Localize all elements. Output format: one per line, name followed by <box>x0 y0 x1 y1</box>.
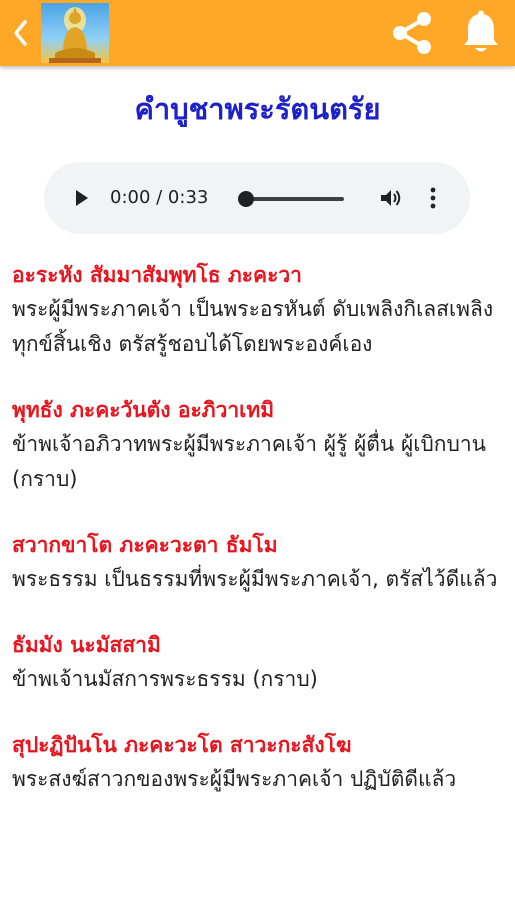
bell-icon <box>464 10 498 52</box>
play-icon <box>76 190 88 206</box>
verse-block: พุทธัง ภะคะวันตัง อะภิวาเทมิ ข้าพเจ้าอภิ… <box>12 393 506 497</box>
share-button[interactable] <box>384 6 440 60</box>
seek-thumb[interactable] <box>238 191 254 207</box>
verse-translation: พระสงฆ์สาวกของพระผู้มีพระภาคเจ้า ปฏิบัติ… <box>12 767 457 791</box>
notification-button[interactable] <box>456 6 506 60</box>
seek-slider[interactable] <box>238 188 344 208</box>
verse-pali: ธัมมัง นะมัสสามิ <box>12 633 161 657</box>
audio-time: 0:00 / 0:33 <box>110 187 209 208</box>
verse-block: สวากขาโต ภะคะวะตา ธัมโม พระธรรม เป็นธรรม… <box>12 528 506 597</box>
verse-list: อะระหัง สัมมาสัมพุทโธ ภะคะวา พระผู้มีพระ… <box>12 258 506 828</box>
page-title: คำบูชาพระรัตนตรัย <box>134 92 381 126</box>
seek-track <box>240 197 344 201</box>
verse-translation: ข้าพเจ้าอภิวาทพระผู้มีพระภาคเจ้า ผู้รู้ … <box>12 432 486 491</box>
verse-block: อะระหัง สัมมาสัมพุทโธ ภะคะวา พระผู้มีพระ… <box>12 258 506 362</box>
buddha-statue-logo <box>41 3 109 63</box>
share-icon <box>393 12 431 54</box>
play-button[interactable] <box>72 186 92 210</box>
chevron-left-icon <box>14 20 27 46</box>
more-vert-icon <box>430 187 436 209</box>
verse-block: ธัมมัง นะมัสสามิ ข้าพเจ้านมัสการพระธรรม … <box>12 628 506 697</box>
verse-pali: สวากขาโต ภะคะวะตา ธัมโม <box>12 533 278 557</box>
app-bar <box>0 0 515 66</box>
back-button[interactable] <box>4 12 36 54</box>
volume-icon <box>381 190 401 206</box>
verse-translation: พระผู้มีพระภาคเจ้า เป็นพระอรหันต์ ดับเพล… <box>12 297 494 356</box>
verse-pali: อะระหัง สัมมาสัมพุทโธ ภะคะวา <box>12 263 302 287</box>
verse-pali: พุทธัง ภะคะวันตัง อะภิวาเทมิ <box>12 398 275 422</box>
verse-translation: ข้าพเจ้านมัสการพระธรรม (กราบ) <box>12 667 318 691</box>
verse-block: สุปะฏิปันโน ภะคะวะโต สาวะกะสังโฆ พระสงฆ์… <box>12 728 506 797</box>
more-options-button[interactable] <box>426 184 440 212</box>
verse-translation: พระธรรม เป็นธรรมที่พระผู้มีพระภาคเจ้า, ต… <box>12 567 498 591</box>
verse-pali: สุปะฏิปันโน ภะคะวะโต สาวะกะสังโฆ <box>12 733 352 757</box>
volume-button[interactable] <box>378 186 404 210</box>
audio-player: 0:00 / 0:33 <box>44 162 470 234</box>
